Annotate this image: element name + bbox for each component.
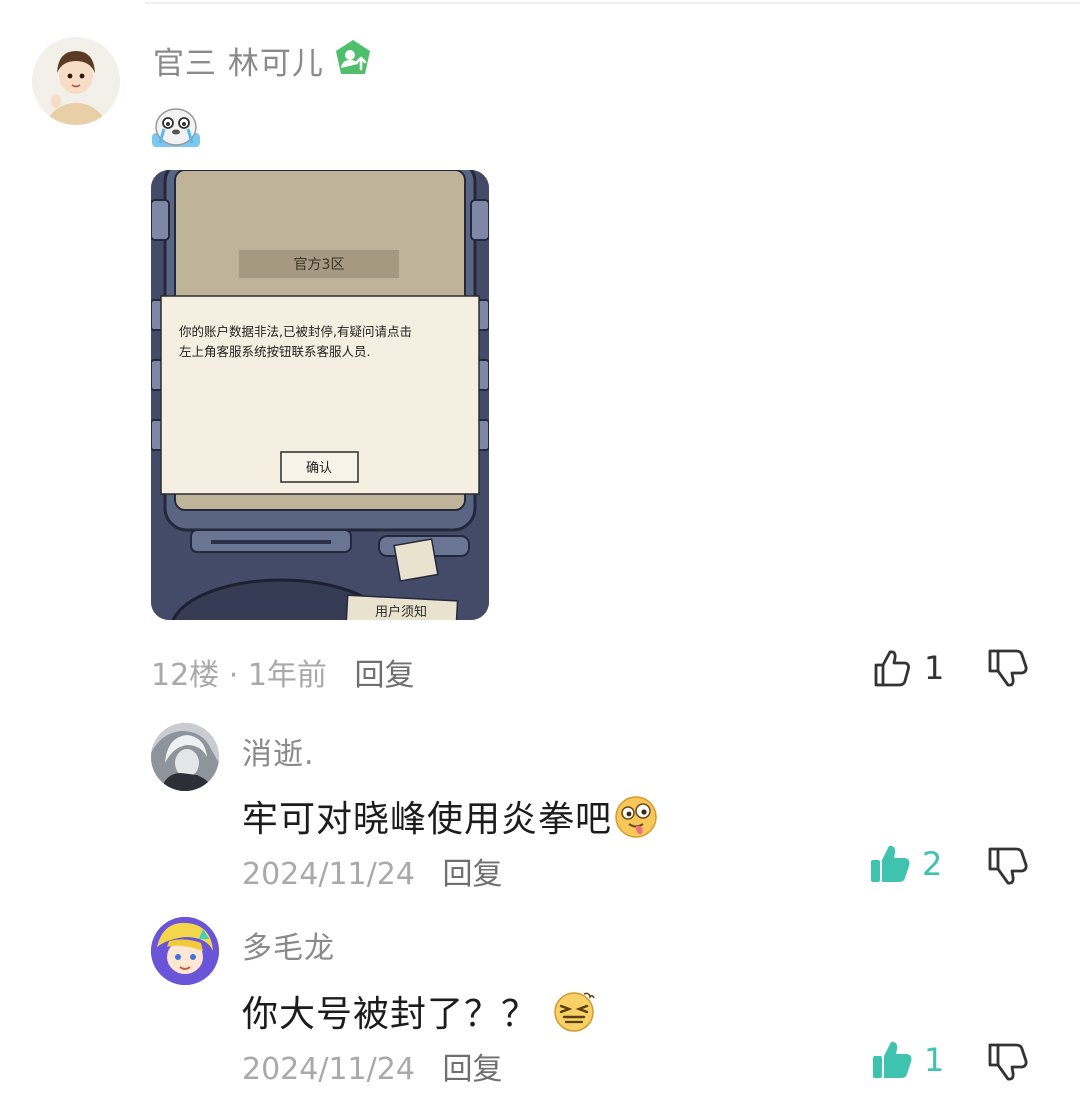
- thumbs-up-outline-icon: [870, 646, 914, 690]
- dislike-button[interactable]: [986, 645, 1032, 691]
- attached-screenshot-image[interactable]: 官方3区 你的账户数据非法,已被封停,有疑问请点击 左上角客服系统按钮联系客服人…: [151, 170, 489, 620]
- card-text: 用户须知: [375, 604, 427, 620]
- reply-avatar[interactable]: [151, 723, 219, 791]
- reply-button[interactable]: 回复: [354, 658, 414, 693]
- thumbs-up-filled-icon: [870, 1038, 914, 1082]
- dialog-line-1: 你的账户数据非法,已被封停,有疑问请点击: [179, 324, 412, 339]
- reply-date: 2024/11/24: [242, 857, 415, 892]
- user-level-badge-icon: [333, 38, 373, 78]
- reply-meta: 2024/11/24 回复: [242, 849, 502, 893]
- like-button[interactable]: 1: [870, 1038, 944, 1082]
- dislike-button[interactable]: [986, 843, 1032, 889]
- like-button[interactable]: 2: [868, 842, 942, 886]
- comment-meta: 12楼 · 1年前 回复: [151, 650, 414, 694]
- like-count: 1: [924, 649, 945, 687]
- like-button[interactable]: 1: [870, 646, 944, 690]
- crying-seal-emoji-icon: [150, 101, 202, 149]
- thumbs-down-outline-icon: [986, 843, 1032, 889]
- reply-avatar[interactable]: [151, 917, 219, 985]
- reply-text-content: 牢可对晓峰使用炎拳吧: [242, 799, 613, 840]
- comment-time: 1年前: [247, 658, 327, 693]
- username[interactable]: 官三 林可儿: [153, 38, 324, 83]
- thumbs-up-filled-icon: [868, 842, 912, 886]
- reply-text: 牢可对晓峰使用炎拳吧: [242, 790, 658, 842]
- reply-text: 你大号被封了？？: [242, 985, 596, 1037]
- squinting-laugh-emoji-icon: [552, 990, 596, 1034]
- floor-number: 12楼: [151, 658, 220, 693]
- meta-separator: ·: [228, 658, 239, 693]
- reply-date: 2024/11/24: [242, 1052, 415, 1087]
- reply-meta: 2024/11/24 回复: [242, 1044, 502, 1088]
- thumbs-down-outline-icon: [986, 1039, 1032, 1085]
- like-count: 1: [924, 1041, 945, 1079]
- dialog-line-2: 左上角客服系统按钮联系客服人员.: [179, 344, 370, 359]
- reply-button[interactable]: 回复: [442, 857, 502, 892]
- confirm-label: 确认: [306, 461, 332, 476]
- like-count: 2: [922, 845, 943, 883]
- top-divider: [145, 2, 1080, 4]
- reply-button[interactable]: 回复: [442, 1052, 502, 1087]
- reply-username[interactable]: 消逝.: [242, 729, 315, 773]
- reply-username[interactable]: 多毛龙: [242, 923, 335, 967]
- server-label: 官方3区: [294, 257, 345, 273]
- dizzy-face-tongue-emoji-icon: [614, 795, 658, 839]
- avatar[interactable]: [32, 37, 120, 125]
- reply-text-content: 你大号被封了？？: [242, 994, 539, 1035]
- thumbs-down-outline-icon: [986, 645, 1032, 691]
- dislike-button[interactable]: [986, 1039, 1032, 1085]
